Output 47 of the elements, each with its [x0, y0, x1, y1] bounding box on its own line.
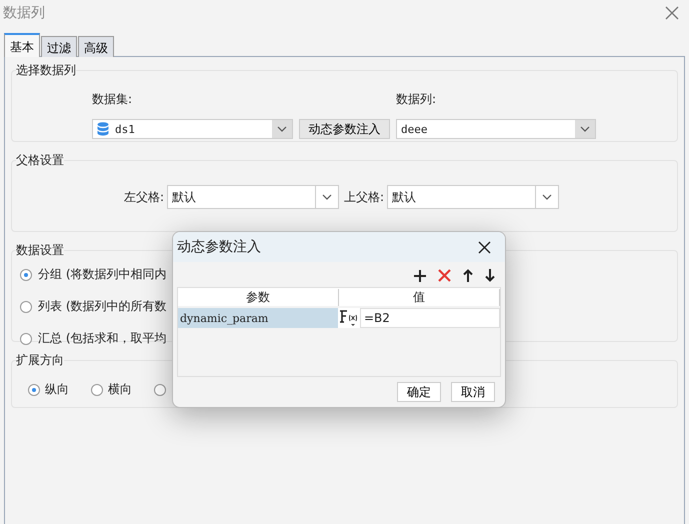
window-title: 数据列 — [3, 4, 45, 22]
group-title: 父格设置 — [16, 152, 64, 169]
dialog-button[interactable]: 确定 — [397, 382, 441, 402]
column-header: 值 — [339, 288, 500, 306]
delete-icon[interactable] — [438, 269, 451, 282]
plus-icon[interactable] — [414, 270, 426, 282]
radio-button[interactable] — [20, 300, 32, 312]
top-parent-dropdown[interactable]: 默认 — [387, 185, 560, 209]
group-title: 扩展方向 — [16, 352, 64, 369]
dialog-title: 动态参数注入 — [177, 238, 261, 256]
radio-label: 列表 (数据列中的所有数 — [38, 298, 166, 315]
radio-button[interactable] — [28, 384, 40, 396]
value-field[interactable]: =B2 — [360, 308, 500, 328]
radio-button[interactable] — [91, 384, 103, 396]
database-icon — [97, 122, 109, 136]
radio-label: 分组 (将数据列中相同内 — [38, 266, 166, 283]
chevron-down-icon — [277, 126, 287, 132]
chevron-down-icon — [580, 126, 590, 132]
field-label: 左父格: — [124, 188, 164, 206]
column-header: 参数 — [178, 288, 339, 306]
field-label: 上父格: — [344, 188, 384, 206]
tab[interactable]: 过滤 — [41, 36, 77, 57]
radio-button[interactable] — [20, 268, 32, 280]
arrow-down-icon[interactable] — [485, 269, 495, 282]
tab[interactable]: 高级 — [78, 36, 114, 57]
field-label: 数据集: — [92, 91, 134, 108]
radio-label: 横向 — [108, 381, 132, 398]
formula-button[interactable] — [338, 308, 360, 328]
radio-button[interactable] — [154, 384, 166, 396]
dialog-button[interactable]: 取消 — [451, 382, 495, 402]
close-icon[interactable] — [478, 240, 491, 254]
column-dropdown[interactable]: deee — [396, 119, 596, 139]
field-label: 数据列: — [396, 91, 436, 108]
tab[interactable]: 基本 — [4, 33, 40, 57]
arrow-up-icon[interactable] — [463, 269, 473, 282]
chevron-down-icon — [542, 194, 552, 200]
group-title: 选择数据列 — [16, 62, 76, 79]
radio-label: 纵向 — [45, 381, 69, 398]
dataset-dropdown[interactable]: ds1 — [92, 119, 293, 139]
chevron-down-icon — [322, 194, 332, 200]
group-title: 数据设置 — [16, 242, 64, 259]
radio-button[interactable] — [20, 332, 32, 344]
formula-icon — [339, 309, 359, 327]
inject-button[interactable]: 动态参数注入 — [299, 119, 390, 139]
radio-label: 汇总 (包括求和，取平均 — [38, 330, 166, 347]
left-parent-dropdown[interactable]: 默认 — [167, 185, 340, 209]
table-cell[interactable]: dynamic_param — [178, 308, 338, 328]
